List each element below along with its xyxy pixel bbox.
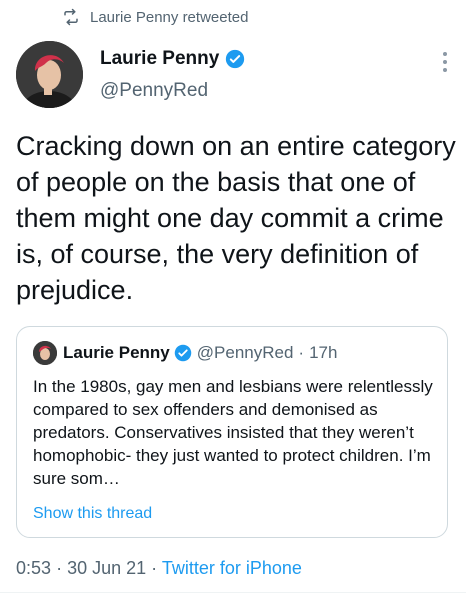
tweet-time: 0:53 — [16, 558, 52, 578]
show-thread-link[interactable]: Show this thread — [33, 505, 152, 523]
author-name[interactable]: Laurie Penny — [100, 48, 245, 70]
retweet-header[interactable]: Laurie Penny retweeted — [62, 7, 248, 27]
footer-separator: · — [151, 558, 158, 578]
quoted-author-avatar — [33, 341, 57, 365]
quoted-verified-badge-icon — [174, 344, 192, 362]
tweet-date: 30 Jun 21 — [67, 558, 147, 578]
quoted-tweet-header: Laurie Penny @PennyRed · 17h — [33, 341, 337, 365]
quoted-author-handle: @PennyRed — [196, 343, 294, 362]
quoted-tweet[interactable]: Laurie Penny @PennyRed · 17h In the 1980… — [16, 326, 448, 538]
quoted-tweet-text: In the 1980s, gay men and lesbians were … — [33, 377, 433, 488]
author-avatar[interactable] — [16, 41, 83, 108]
author-handle[interactable]: @PennyRed — [100, 80, 208, 102]
tweet-metadata: 0:53 · 30 Jun 21 · Twitter for iPhone — [16, 558, 302, 579]
tweet-text: Cracking down on an entire category of p… — [16, 131, 456, 305]
more-options-icon[interactable] — [442, 52, 448, 74]
footer-separator: · — [56, 558, 63, 578]
quoted-separator: · — [298, 343, 305, 362]
author-name-text: Laurie Penny — [100, 48, 220, 69]
verified-badge-icon — [226, 49, 245, 69]
retweet-label: Laurie Penny retweeted — [90, 8, 249, 26]
tweet-source-link[interactable]: Twitter for iPhone — [162, 558, 302, 578]
quoted-author-name: Laurie Penny — [63, 343, 170, 362]
retweet-icon — [64, 8, 78, 26]
quoted-time: 17h — [309, 343, 338, 362]
divider — [0, 592, 466, 593]
